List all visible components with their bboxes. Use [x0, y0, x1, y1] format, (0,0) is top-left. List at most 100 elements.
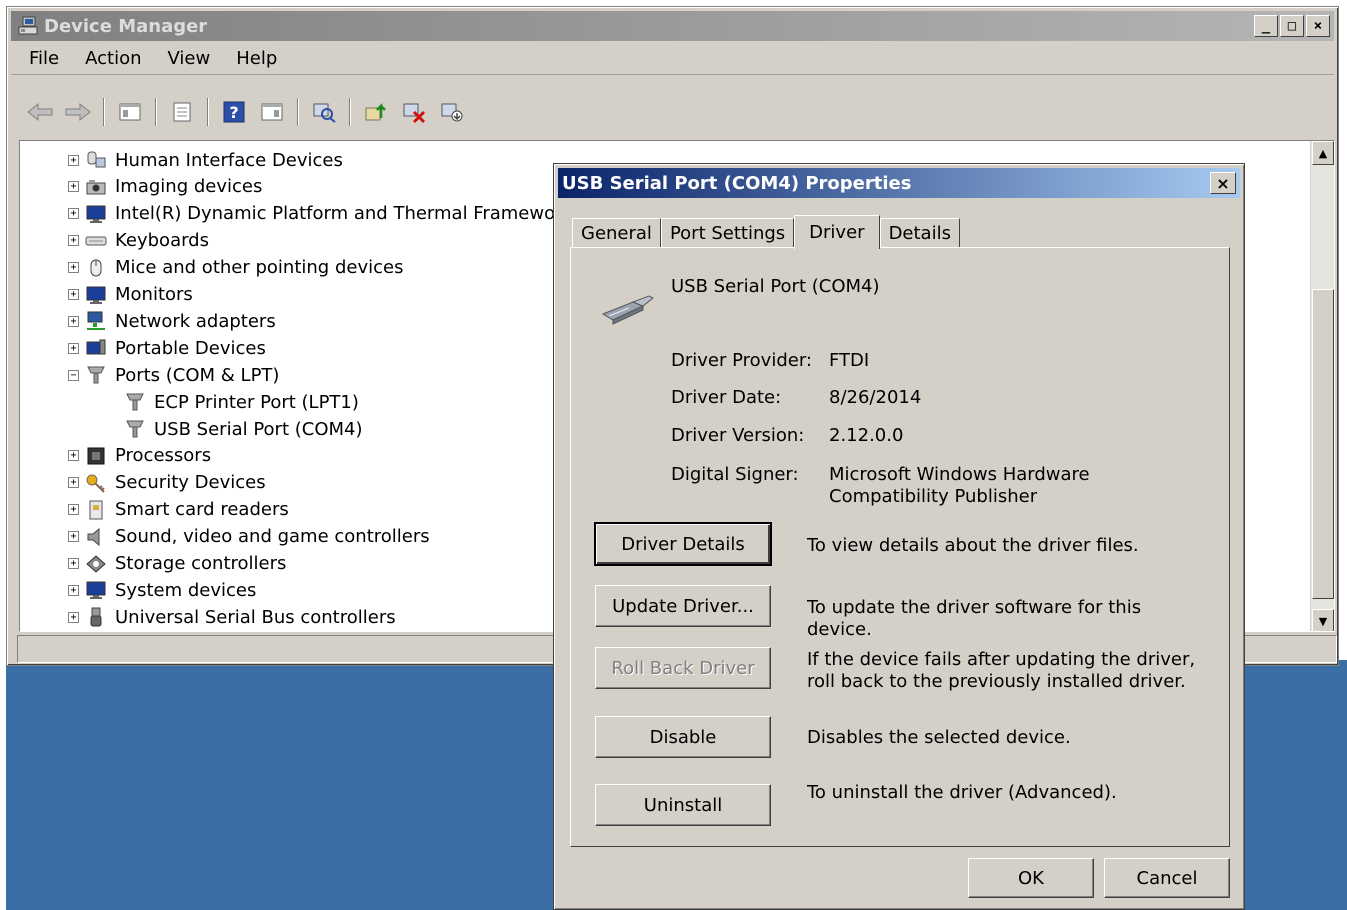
keyboard-icon	[85, 230, 107, 252]
tree-item[interactable]: + Portable Devices	[68, 335, 266, 361]
tree-item-label: Keyboards	[115, 230, 209, 252]
scroll-thumb[interactable]	[1312, 289, 1334, 599]
toolbar-separator	[297, 98, 299, 126]
expand-icon[interactable]: +	[68, 611, 79, 623]
hid-icon	[85, 149, 107, 171]
mouse-icon	[85, 257, 107, 279]
expand-icon[interactable]: +	[68, 531, 79, 543]
scroll-down-button[interactable]: ▼	[1312, 609, 1334, 631]
monitor-icon	[85, 203, 107, 225]
expand-icon[interactable]: +	[68, 181, 79, 193]
tree-item-label: Imaging devices	[115, 176, 263, 198]
scroll-up-button[interactable]: ▲	[1312, 141, 1334, 165]
expand-icon[interactable]: +	[68, 235, 79, 247]
tree-item[interactable]: + Imaging devices	[68, 174, 262, 200]
tree-item[interactable]: + Keyboards	[68, 228, 209, 254]
device-manager-titlebar[interactable]: Device Manager _ □ ×	[11, 11, 1334, 41]
tree-item[interactable]: + Intel(R) Dynamic Platform and Thermal F…	[68, 201, 573, 227]
tab-driver[interactable]: Driver	[794, 215, 880, 249]
tab-strip: General Port Settings Driver Details	[572, 214, 960, 249]
disable-device-icon[interactable]	[437, 97, 467, 127]
tree-item[interactable]: + System devices	[68, 577, 256, 603]
close-button[interactable]: ×	[1306, 15, 1330, 37]
dialog-titlebar[interactable]: USB Serial Port (COM4) Properties ×	[558, 168, 1240, 198]
tab-general[interactable]: General	[572, 218, 661, 248]
properties-icon[interactable]	[167, 97, 197, 127]
disable-button[interactable]: Disable	[595, 716, 771, 758]
driver-provider-value: FTDI	[829, 350, 870, 371]
tab-details[interactable]: Details	[879, 218, 960, 248]
expand-icon[interactable]: +	[68, 315, 79, 327]
port-icon	[124, 418, 146, 440]
toolbar-separator	[207, 98, 209, 126]
menu-file[interactable]: File	[29, 48, 59, 69]
tree-item-label: Ports (COM & LPT)	[115, 364, 280, 386]
tree-item-label: Processors	[115, 445, 212, 467]
expand-icon[interactable]: +	[68, 584, 79, 596]
usb-icon	[85, 606, 107, 628]
menu-view[interactable]: View	[168, 48, 211, 69]
tree-item[interactable]: + Storage controllers	[68, 551, 286, 577]
expand-icon[interactable]: +	[68, 477, 79, 489]
back-arrow-icon[interactable]	[25, 97, 55, 127]
expand-icon[interactable]: +	[68, 558, 79, 569]
scan-hardware-icon[interactable]	[309, 97, 339, 127]
tree-item-label: Portable Devices	[115, 337, 266, 359]
tree-item[interactable]: + Processors	[68, 443, 211, 469]
tree-item-label: Mice and other pointing devices	[115, 257, 404, 279]
driver-date-value: 8/26/2014	[829, 387, 922, 408]
roll-back-driver-button[interactable]: Roll Back Driver	[595, 647, 771, 689]
driver-details-button[interactable]: Driver Details	[594, 522, 772, 566]
tree-item[interactable]: − Ports (COM & LPT)	[68, 362, 279, 388]
key-icon	[85, 472, 107, 494]
uninstall-device-icon[interactable]	[399, 97, 429, 127]
expand-icon[interactable]: +	[68, 504, 79, 516]
tree-item-label: System devices	[115, 579, 257, 601]
expand-icon[interactable]: +	[68, 289, 79, 300]
tree-item[interactable]: + Network adapters	[68, 308, 276, 334]
uninstall-description: To uninstall the driver (Advanced).	[807, 782, 1117, 803]
forward-arrow-icon[interactable]	[63, 97, 93, 127]
tree-item[interactable]: ECP Printer Port (LPT1)	[124, 389, 359, 415]
tree-item[interactable]: + Smart card readers	[68, 497, 289, 523]
help-icon[interactable]: ?	[219, 97, 249, 127]
update-driver-button[interactable]: Update Driver...	[595, 585, 771, 627]
uninstall-button[interactable]: Uninstall	[595, 784, 771, 826]
driver-details-description: To view details about the driver files.	[807, 535, 1139, 556]
expand-icon[interactable]: +	[68, 450, 79, 462]
tree-item[interactable]: + Human Interface Devices	[68, 147, 343, 173]
camera-icon	[85, 176, 107, 198]
cancel-button[interactable]: Cancel	[1104, 858, 1230, 898]
action-pane-icon[interactable]	[257, 97, 287, 127]
menu-action[interactable]: Action	[85, 48, 141, 69]
tree-item-label: Network adapters	[115, 310, 276, 332]
tree-item[interactable]: + Universal Serial Bus controllers	[68, 604, 396, 630]
dialog-close-button[interactable]: ×	[1210, 172, 1236, 194]
expand-icon[interactable]: +	[68, 154, 79, 166]
vertical-scrollbar[interactable]: ▲ ▼	[1310, 141, 1334, 631]
digital-signer-label: Digital Signer:	[671, 464, 799, 485]
expand-icon[interactable]: +	[68, 342, 79, 354]
update-driver-icon[interactable]	[361, 97, 391, 127]
expand-icon[interactable]: +	[68, 262, 79, 274]
console-tree-icon[interactable]	[115, 97, 145, 127]
tree-item[interactable]: + Sound, video and game controllers	[68, 524, 430, 550]
toolbar: ?	[11, 93, 1334, 131]
tab-port-settings[interactable]: Port Settings	[660, 218, 795, 248]
collapse-icon[interactable]: −	[68, 369, 79, 381]
tree-item[interactable]: + Monitors	[68, 282, 193, 308]
tree-item-label: Intel(R) Dynamic Platform and Thermal Fr…	[115, 203, 573, 225]
tree-item[interactable]: + Mice and other pointing devices	[68, 255, 403, 281]
maximize-button[interactable]: □	[1280, 15, 1304, 37]
expand-icon[interactable]: +	[68, 208, 79, 220]
device-manager-icon	[17, 15, 39, 37]
disable-description: Disables the selected device.	[807, 727, 1071, 748]
tree-item[interactable]: + Security Devices	[68, 470, 266, 496]
menu-help[interactable]: Help	[236, 48, 277, 69]
ok-button[interactable]: OK	[968, 858, 1094, 898]
storage-icon	[85, 553, 107, 575]
port-icon	[85, 364, 107, 386]
desktop: Device Manager _ □ × File Action View He…	[0, 0, 1347, 910]
minimize-button[interactable]: _	[1254, 15, 1278, 37]
tree-item[interactable]: USB Serial Port (COM4)	[124, 416, 363, 442]
